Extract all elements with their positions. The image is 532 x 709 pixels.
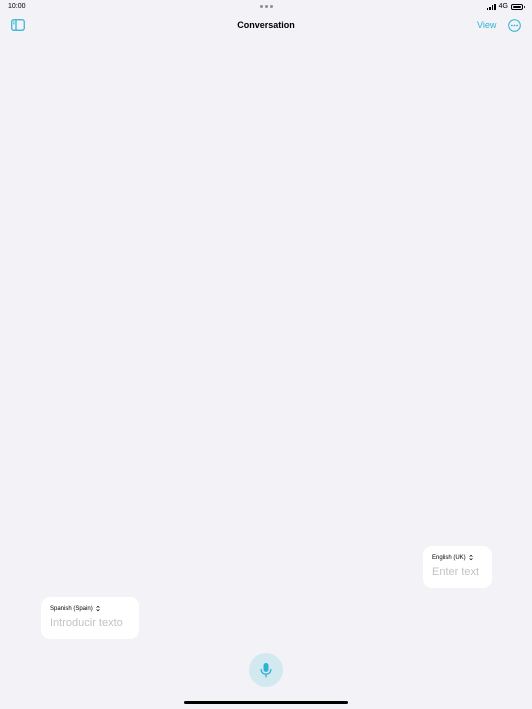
microphone-button[interactable]	[249, 653, 283, 687]
page-title: Conversation	[237, 20, 295, 30]
multitasking-dots[interactable]	[260, 5, 273, 8]
up-down-chevron-icon	[469, 554, 473, 561]
home-indicator[interactable]	[184, 701, 348, 704]
up-down-chevron-icon	[96, 605, 100, 612]
battery-icon	[511, 3, 525, 10]
english-language-selector[interactable]: English (UK)	[432, 554, 483, 561]
view-button[interactable]: View	[477, 20, 496, 30]
spanish-language-selector[interactable]: Spanish (Spain)	[50, 605, 130, 612]
spanish-input-bubble[interactable]: Spanish (Spain) Introducir texto	[41, 597, 139, 639]
english-text-input[interactable]: Enter text	[432, 566, 483, 578]
status-time: 10:00	[8, 3, 26, 10]
spanish-text-input[interactable]: Introducir texto	[50, 617, 130, 629]
spanish-language-label: Spanish (Spain)	[50, 605, 93, 612]
english-language-label: English (UK)	[432, 554, 466, 561]
status-indicators: 4G	[486, 3, 525, 10]
microphone-icon	[260, 663, 272, 678]
more-ellipsis-icon[interactable]	[508, 19, 521, 32]
english-input-bubble[interactable]: English (UK) Enter text	[423, 546, 492, 588]
status-bar: 10:00 4G	[0, 0, 532, 14]
navigation-bar: Conversation View	[0, 14, 532, 38]
signal-icon	[486, 3, 496, 10]
network-label: 4G	[498, 3, 508, 10]
